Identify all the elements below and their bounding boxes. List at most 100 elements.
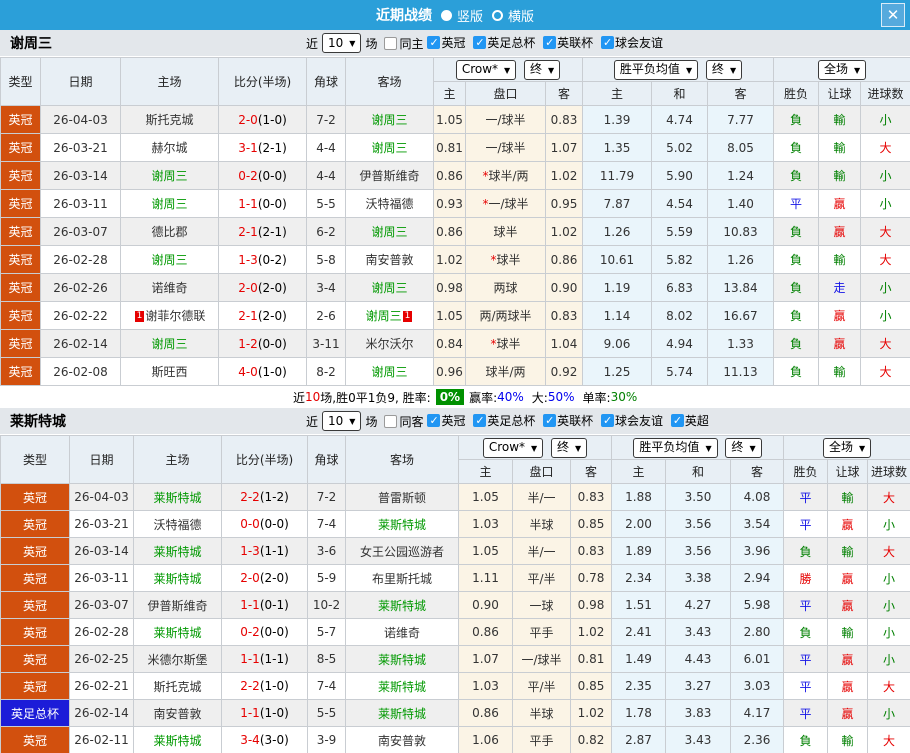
halftime-score: (3-0): [259, 733, 289, 747]
away-team: 女王公园巡游者: [345, 537, 459, 565]
final-avg-select[interactable]: 终: [705, 59, 743, 80]
avg-draw-odds: 3.38: [665, 564, 732, 592]
checkbox-checked-icon[interactable]: [427, 414, 441, 427]
result-value: 負: [773, 105, 820, 134]
checkbox-checked-icon[interactable]: [670, 414, 684, 427]
bookmaker-select[interactable]: Crow*: [455, 59, 517, 80]
recent-count-select[interactable]: 10: [322, 411, 362, 431]
avg-home-odds: 10.61: [582, 245, 653, 274]
checkbox-checked-icon[interactable]: [601, 414, 615, 427]
match-type: 英冠: [0, 564, 70, 592]
home-team: 米德尔斯堡: [133, 645, 222, 673]
col-handicap-result: 让球: [818, 81, 862, 106]
avg-away-odds: 4.08: [730, 483, 785, 511]
league-filter[interactable]: 英足总杯: [473, 34, 535, 51]
league-filter[interactable]: 英冠: [427, 412, 466, 429]
wdl-average-select[interactable]: 胜平负均值: [633, 437, 718, 458]
match-date: 26-03-11: [69, 564, 134, 592]
result-value: 平: [783, 483, 829, 511]
checkbox-checked-icon[interactable]: [427, 36, 441, 49]
fulltime-score: 2-1: [238, 308, 258, 323]
fulltime-score: 2-2: [240, 679, 260, 693]
fulltime-select[interactable]: 全场: [817, 59, 867, 80]
final-odds-select[interactable]: 终: [551, 437, 588, 458]
league-filter[interactable]: 英足总杯: [473, 412, 535, 429]
fulltime-score: 3-1: [238, 140, 258, 155]
league-label: 英超: [684, 414, 709, 428]
match-date: 26-02-28: [40, 245, 121, 274]
chevron-down-icon: [349, 413, 355, 429]
checkbox-checked-icon[interactable]: [601, 36, 615, 49]
result-value: 負: [773, 273, 820, 302]
fulltime-score: 0-2: [238, 168, 258, 183]
avg-draw-odds: 3.50: [665, 483, 732, 511]
away-team: 沃特福德: [345, 189, 434, 218]
away-team-name: 南安普敦: [365, 253, 414, 267]
away-team: 谢周三: [345, 357, 434, 386]
final-odds-select[interactable]: 终: [524, 59, 561, 80]
away-team: 南安普敦: [345, 245, 434, 274]
avg-away-odds: 8.05: [707, 133, 775, 162]
league-filter[interactable]: 球会友谊: [601, 34, 663, 51]
handicap-line: *球半: [465, 245, 546, 274]
league-filter[interactable]: 球会友谊: [601, 412, 663, 429]
avg-draw-odds: 5.90: [651, 161, 709, 190]
match-date: 26-02-08: [40, 357, 121, 386]
home-team: 莱斯特城: [133, 564, 222, 592]
away-odds: 0.86: [544, 245, 584, 274]
col-home: 主场: [133, 435, 222, 484]
horizontal-layout-radio[interactable]: [492, 9, 503, 21]
home-odds: 1.02: [433, 245, 466, 274]
away-odds: 0.83: [569, 537, 613, 565]
halftime-score: (0-0): [259, 517, 289, 531]
home-team-name: 谢菲尔德联: [145, 309, 206, 323]
home-team: 莱斯特城: [133, 618, 222, 646]
league-filter[interactable]: 英冠: [427, 34, 466, 51]
match-type: 英冠: [0, 618, 70, 646]
avg-away-odds: 3.96: [730, 537, 785, 565]
away-team: 布里斯托城: [345, 564, 459, 592]
chevron-down-icon: [548, 62, 554, 78]
checkbox-checked-icon[interactable]: [473, 414, 487, 427]
score-cell: 1-1(1-0): [221, 699, 308, 727]
league-filter[interactable]: 英联杯: [543, 412, 593, 429]
corner-count: 5-9: [307, 564, 346, 592]
handicap-result-value: 輸: [818, 357, 862, 386]
fulltime-select[interactable]: 全场: [822, 437, 872, 458]
wdl-average-select[interactable]: 胜平负均值: [613, 59, 699, 80]
corner-count: 10-2: [307, 591, 346, 619]
avg-draw-odds: 3.56: [665, 537, 732, 565]
score-cell: 2-1(2-1): [218, 217, 307, 246]
handicap-line: 一/球半: [465, 133, 546, 162]
chevron-down-icon: [749, 440, 755, 456]
league-label: 英冠: [441, 36, 466, 50]
same-home-checkbox[interactable]: [384, 36, 398, 50]
league-filter[interactable]: 英超: [670, 412, 709, 429]
vertical-layout-radio[interactable]: [440, 9, 452, 21]
league-filter[interactable]: 英联杯: [543, 34, 593, 51]
same-away-checkbox[interactable]: [384, 414, 398, 428]
checkbox-checked-icon[interactable]: [473, 36, 487, 49]
goals-value: 大: [867, 672, 910, 700]
bookmaker-select[interactable]: Crow*: [482, 437, 544, 458]
away-odds: 1.02: [569, 618, 613, 646]
result-value: 平: [773, 189, 820, 218]
close-icon[interactable]: ✕: [881, 3, 905, 27]
avg-draw-odds: 3.83: [665, 699, 732, 727]
away-team-name: 南安普敦: [377, 733, 426, 748]
avg-draw-odds: 3.27: [665, 672, 732, 700]
col-goals: 进球数: [860, 81, 910, 106]
handicap-result-value: 贏: [818, 329, 862, 358]
odds-group-header: Crow* 终: [432, 57, 584, 82]
checkbox-checked-icon[interactable]: [543, 36, 557, 49]
checkbox-checked-icon[interactable]: [543, 414, 557, 427]
goals-value: 大: [860, 133, 910, 162]
score-cell: 2-0(2-0): [221, 564, 308, 592]
corner-count: 7-2: [307, 483, 346, 511]
final-avg-select[interactable]: 终: [725, 437, 762, 458]
avg-home-odds: 2.87: [611, 726, 667, 753]
recent-count-select[interactable]: 10: [322, 33, 362, 53]
league-label: 球会友谊: [615, 414, 664, 428]
avg-home-odds: 2.00: [611, 510, 667, 538]
halftime-score: (0-1): [259, 598, 289, 612]
